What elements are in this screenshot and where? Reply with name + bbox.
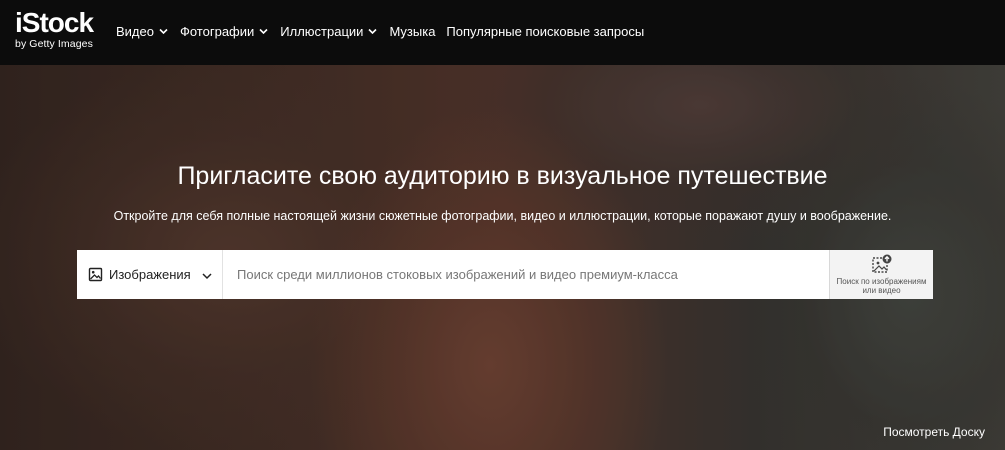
chevron-down-icon	[367, 26, 378, 37]
nav-music[interactable]: Музыка	[389, 24, 435, 39]
media-type-dropdown[interactable]: Изображения	[77, 250, 223, 299]
logo-wordmark: iStock	[15, 7, 94, 38]
nav-photos[interactable]: Фотографии	[180, 24, 269, 39]
nav-video-label: Видео	[116, 23, 154, 39]
nav-video[interactable]: Видео	[116, 24, 169, 39]
nav-popular-searches-label: Популярные поисковые запросы	[446, 23, 645, 39]
view-board-link[interactable]: Посмотреть Доску	[883, 425, 985, 439]
search-input[interactable]	[223, 250, 829, 299]
image-upload-icon	[871, 253, 893, 275]
top-header: iStock by Getty Images Видео Фотографии …	[0, 0, 1005, 65]
image-icon	[88, 267, 103, 282]
nav-photos-label: Фотографии	[179, 23, 255, 39]
logo-tagline: by Getty Images	[15, 38, 93, 50]
visual-search-button[interactable]: Поиск по изображениям или видео	[829, 250, 933, 299]
nav-illustrations[interactable]: Иллюстрации	[280, 24, 378, 39]
chevron-down-icon	[258, 26, 269, 37]
istock-logo[interactable]: iStock by Getty Images	[15, 7, 94, 51]
nav-illustrations-label: Иллюстрации	[280, 23, 364, 39]
visual-search-label: Поиск по изображениям или видео	[836, 277, 927, 295]
search-bar: Изображения Поиск по изображениям или ви…	[77, 250, 933, 299]
main-nav: Видео Фотографии Иллюстрации Музыка Попу…	[116, 0, 655, 62]
nav-popular-searches[interactable]: Популярные поисковые запросы	[446, 24, 644, 39]
chevron-down-icon	[158, 26, 169, 37]
hero-subtitle: Откройте для себя полные настоящей жизни…	[113, 209, 892, 223]
media-type-label: Изображения	[109, 267, 191, 282]
hero-title: Пригласите свою аудиторию в визуальное п…	[177, 162, 828, 190]
chevron-down-icon	[201, 269, 213, 281]
nav-music-label: Музыка	[389, 23, 436, 39]
hero-section: Пригласите свою аудиторию в визуальное п…	[0, 65, 1005, 450]
